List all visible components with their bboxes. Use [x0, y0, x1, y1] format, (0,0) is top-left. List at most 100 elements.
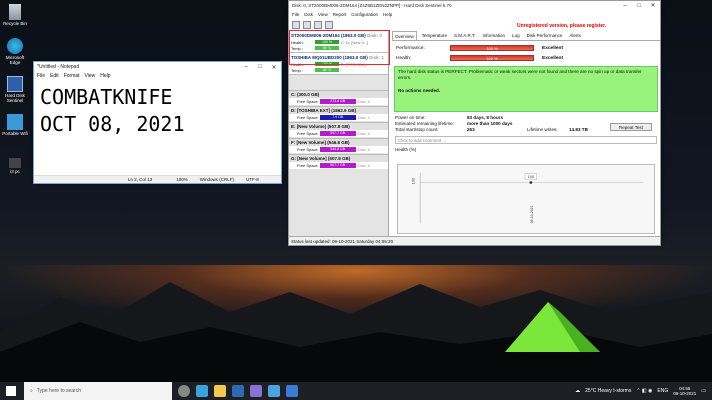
- recycle-bin-icon: [9, 4, 21, 20]
- notepad-menubar: File Edit Format View Help: [34, 72, 281, 80]
- minimize-icon[interactable]: –: [618, 3, 632, 9]
- volume-disk: Disk: 1: [357, 115, 370, 120]
- language-indicator[interactable]: ENG: [657, 388, 668, 394]
- menu-view[interactable]: View: [85, 73, 96, 79]
- desktop-icon-hds[interactable]: Hard Disk Sentinel: [2, 76, 28, 103]
- menu-disk[interactable]: Disk: [304, 12, 313, 17]
- notepad-taskbar-icon[interactable]: [268, 385, 280, 397]
- pc-label: i3 pc: [10, 169, 20, 174]
- info-icon[interactable]: [325, 20, 333, 29]
- maximize-icon[interactable]: □: [632, 3, 646, 9]
- cursor-position: Ln 2, Col 13: [128, 177, 153, 182]
- free-space-label: Free Space: [297, 99, 318, 104]
- desktop-icon-pc[interactable]: i3 pc: [2, 158, 28, 174]
- free-space-label: Free Space: [297, 131, 318, 136]
- tab-overview[interactable]: Overview: [392, 31, 417, 40]
- menu-help[interactable]: Help: [100, 73, 110, 79]
- settings-icon[interactable]: [314, 20, 322, 29]
- volume-entry[interactable]: E: [New Volume] (507.8 GB) Free Space 507.…: [289, 122, 388, 137]
- health-graph: 100 100 09-10-2021: [397, 164, 655, 234]
- volume-size: (300.0 GB): [297, 92, 320, 97]
- refresh-icon[interactable]: [292, 20, 300, 29]
- stat-value: 14.83 TB: [569, 127, 588, 132]
- edge-icon: [7, 38, 23, 54]
- tab-alerts[interactable]: Alerts: [567, 31, 583, 40]
- minimize-icon[interactable]: –: [239, 64, 253, 70]
- menu-view[interactable]: View: [318, 12, 328, 17]
- disk-name: TOSHIBA MQ01UBD200: [291, 55, 342, 60]
- weather-icon[interactable]: ☁: [575, 388, 580, 394]
- comment-input[interactable]: Click to add comment ...: [395, 136, 657, 144]
- menu-format[interactable]: Format: [64, 73, 80, 79]
- desktop-icon-wifi[interactable]: Portable Wifi: [2, 114, 28, 136]
- volume-entry[interactable]: G: [New Volume] (507.8 GB) Free Space 507.…: [289, 154, 388, 169]
- desktop-icon-edge[interactable]: Microsoft Edge: [2, 38, 28, 65]
- desktop-icon-recycle-bin[interactable]: Recycle Bin: [2, 4, 28, 26]
- health-row: Health: 100 % Excellent: [392, 53, 660, 63]
- temp-label: Temp.:: [291, 67, 304, 73]
- tab-information[interactable]: Information: [481, 31, 508, 40]
- zoom-level: 100%: [176, 177, 188, 182]
- disk-tag: Disk: 0: [367, 33, 382, 38]
- menu-report[interactable]: Report: [333, 12, 347, 17]
- app-icon[interactable]: [250, 385, 262, 397]
- explorer-icon[interactable]: [214, 385, 226, 397]
- close-icon[interactable]: ✕: [267, 64, 281, 71]
- recycle-bin-label: Recycle Bin: [3, 21, 27, 26]
- taskbar-search[interactable]: ⌕ Type here to search: [24, 382, 172, 400]
- menu-edit[interactable]: Edit: [50, 73, 59, 79]
- tab-smart[interactable]: S.M.A.R.T.: [452, 31, 478, 40]
- disk-panel: ST2000DM006-2DM164 (1863.0 GB) Disk: 0 H…: [289, 31, 389, 238]
- menu-configuration[interactable]: Configuration: [351, 12, 378, 17]
- disk-drives: E: [TOSHIBA]: [341, 61, 366, 67]
- start-icon[interactable]: [6, 386, 16, 396]
- disk-entry-1[interactable]: TOSHIBA MQ01UBD200 (1863.0 GB) Disk: 1 H…: [289, 53, 388, 75]
- disk-size: (1863.0 GB): [341, 33, 366, 38]
- graph-point: [529, 181, 533, 184]
- graph-point-label: 100: [528, 174, 534, 179]
- volume-entry[interactable]: D: [TOSHIBA EXT] (1862.9 GB) Free Space 7.…: [289, 106, 388, 121]
- edge-taskbar-icon[interactable]: [196, 385, 208, 397]
- notepad-titlebar[interactable]: *Untitled - Notepad – □ ✕: [34, 62, 281, 72]
- volume-disk: Disk: 0: [357, 99, 370, 104]
- status-message: The hard disk status is PERFECT. Problem…: [398, 69, 642, 80]
- unregistered-link[interactable]: Unregistered version, please register.: [517, 23, 606, 29]
- volume-size: (507.8 GB): [327, 124, 350, 129]
- volume-disk: Disk: 0: [357, 147, 370, 152]
- store-icon[interactable]: [232, 385, 244, 397]
- volume-entry[interactable]: F: [New Volume] (546.8 GB) Free Space 546.…: [289, 138, 388, 153]
- hds-taskbar-icon[interactable]: [286, 385, 298, 397]
- notepad-window[interactable]: *Untitled - Notepad – □ ✕ File Edit Format…: [33, 61, 282, 184]
- disk-entry-0[interactable]: ST2000DM006-2DM164 (1863.0 GB) Disk: 0 H…: [289, 31, 388, 53]
- graph-x-label: 09-10-2021: [530, 205, 534, 223]
- hds-window[interactable]: Disk: 0, ST2000DM006-2DM164 [Z4Z5B1ZEN2Z…: [288, 0, 661, 246]
- report-icon[interactable]: [303, 20, 311, 29]
- notification-icon[interactable]: ▭: [701, 388, 706, 394]
- weather-text[interactable]: 25°C Heavy t-storms: [585, 388, 631, 394]
- repeat-test-button[interactable]: Repeat Test: [610, 123, 652, 131]
- system-tray: ☁ 25°C Heavy t-storms ⌃ ◧ ◉ ENG 04:55 09-…: [575, 382, 706, 400]
- tab-temperature[interactable]: Temperature: [420, 31, 449, 40]
- task-view-icon[interactable]: [178, 385, 190, 397]
- menu-help[interactable]: Help: [383, 12, 392, 17]
- tray-icons[interactable]: ⌃ ◧ ◉: [636, 388, 652, 394]
- tab-log[interactable]: Log: [510, 31, 522, 40]
- encoding: UTF-8: [246, 177, 259, 182]
- disk-size: (1863.0 GB): [343, 55, 368, 60]
- hds-titlebar[interactable]: Disk: 0, ST2000DM006-2DM164 [Z4Z5B1ZEN2Z…: [289, 1, 660, 10]
- disk-name: ST2000DM006-2DM164: [291, 33, 340, 38]
- close-icon[interactable]: ✕: [646, 2, 660, 9]
- stat-value: 263: [467, 127, 475, 132]
- menu-file[interactable]: File: [37, 73, 45, 79]
- volume-size: (507.8 GB): [327, 156, 351, 161]
- temp-label: Temp.:: [291, 45, 304, 51]
- menu-file[interactable]: File: [292, 12, 299, 17]
- search-icon: ⌕: [30, 388, 33, 394]
- notepad-text-area[interactable]: COMBATKNIFE OCT 08, 2021: [40, 84, 280, 173]
- clock[interactable]: 04:55 09-10-2021: [673, 386, 696, 397]
- tab-disk-performance[interactable]: Disk Performance: [525, 31, 565, 40]
- maximize-icon[interactable]: □: [253, 64, 267, 70]
- edge-label: Microsoft Edge: [5, 55, 25, 65]
- volume-entry[interactable]: C: (300.0 GB) Free Space 273.6 GB Disk: 0: [289, 90, 388, 105]
- notepad-statusbar: Ln 2, Col 13 100% Windows (CRLF) UTF-8: [34, 175, 281, 183]
